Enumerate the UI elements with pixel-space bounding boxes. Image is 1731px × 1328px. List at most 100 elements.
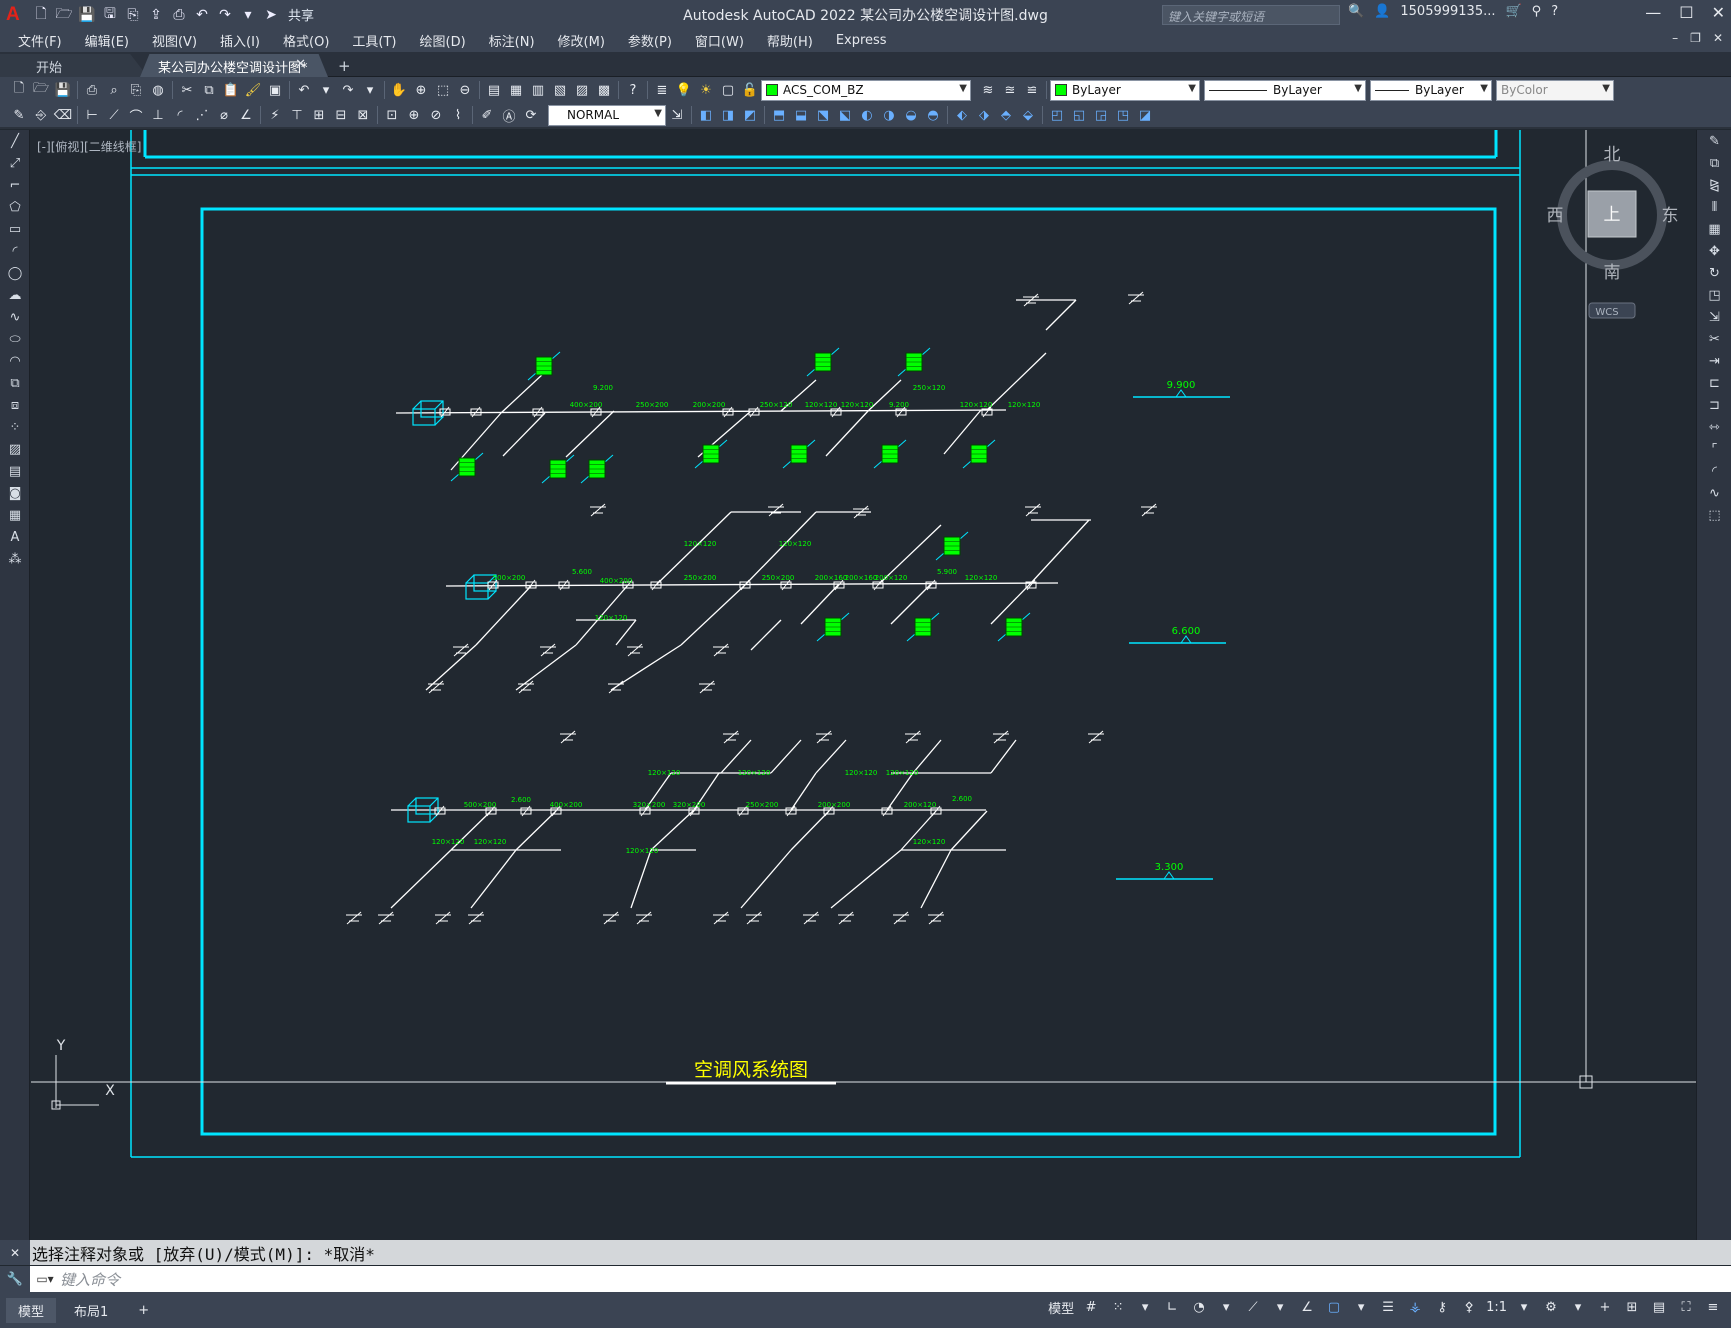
plot-preview-icon[interactable]: ⌕	[103, 79, 125, 101]
region-icon[interactable]: ◙	[0, 482, 30, 504]
solid-edit-icon[interactable]: ◪	[1134, 104, 1156, 126]
layout-tab[interactable]: 布局1	[62, 1298, 120, 1323]
command-close-icon[interactable]: ✕	[0, 1240, 30, 1265]
scale-icon[interactable]: ◳	[1697, 284, 1731, 306]
dim-break-icon[interactable]: ⊠	[352, 104, 374, 126]
menu-insert[interactable]: 插入(I)	[220, 31, 260, 50]
layer-lock-icon[interactable]: 🔓	[739, 79, 761, 101]
line-icon[interactable]: ╱	[0, 130, 30, 152]
customize-dropdown-icon[interactable]: ▾	[238, 5, 258, 25]
zoom-previous-icon[interactable]: ⊖	[454, 79, 476, 101]
doc-minimize-icon[interactable]: –	[1672, 31, 1678, 45]
angular-dim-icon[interactable]: ∠	[235, 104, 257, 126]
eraser-icon[interactable]: ⌫	[52, 104, 74, 126]
point-icon[interactable]: ⁘	[0, 416, 30, 438]
markup-icon[interactable]: ▨	[571, 79, 593, 101]
tool-palettes-icon[interactable]: ▥	[527, 79, 549, 101]
cut-icon[interactable]: ✂	[176, 79, 198, 101]
copy-object-icon[interactable]: ⧉	[1697, 152, 1731, 174]
layer-state-icon[interactable]: ≌	[1021, 79, 1043, 101]
annotation-scale-icon[interactable]: ⚴	[1459, 1300, 1479, 1315]
circle-icon[interactable]: ◯	[0, 262, 30, 284]
cart-icon[interactable]: 🛒	[1505, 4, 1521, 19]
polygon-icon[interactable]: ⬠	[0, 196, 30, 218]
explode-icon[interactable]: ⬚	[1697, 504, 1731, 526]
text-edit-icon[interactable]: ✎	[8, 104, 30, 126]
dim-text-edit-icon[interactable]: Ⓐ	[498, 104, 520, 126]
offset-icon[interactable]: ⫴	[1697, 196, 1731, 218]
interfere-icon[interactable]: ◳	[1112, 104, 1134, 126]
linetype-dropdown[interactable]: ByLayer ▼	[1204, 79, 1366, 101]
jogged-linear-icon[interactable]: ⌇	[447, 104, 469, 126]
menu-express[interactable]: Express	[836, 33, 887, 48]
plot-icon[interactable]: ⎙	[169, 5, 189, 25]
menu-edit[interactable]: 编辑(E)	[85, 31, 129, 50]
layer-previous-icon[interactable]: ≊	[999, 79, 1021, 101]
menu-view[interactable]: 视图(V)	[152, 31, 197, 50]
shell-icon[interactable]: ⬙	[1017, 104, 1039, 126]
spline-icon[interactable]: ∿	[0, 306, 30, 328]
copy-faces-icon[interactable]: ◒	[900, 104, 922, 126]
lineweight-icon[interactable]: ☰	[1378, 1300, 1398, 1315]
fillet-icon[interactable]: ◜	[1697, 460, 1731, 482]
construction-line-icon[interactable]: ⤢	[0, 152, 30, 174]
user-icon[interactable]: 👤	[1374, 4, 1390, 19]
radius-dim-icon[interactable]: ◜	[169, 104, 191, 126]
color-dropdown[interactable]: ByLayer ▼	[1050, 79, 1200, 101]
dim-space-icon[interactable]: ⊟	[330, 104, 352, 126]
open-file-icon[interactable]: 🗁	[54, 5, 74, 25]
jogged-dim-icon[interactable]: ⋰	[191, 104, 213, 126]
join-icon[interactable]: ⇿	[1697, 416, 1731, 438]
command-input[interactable]: 键入命令	[60, 1269, 120, 1290]
new-file-icon[interactable]: 🗋	[31, 5, 51, 25]
layer-vp-icon[interactable]: ▢	[717, 79, 739, 101]
rotate-icon[interactable]: ↻	[1697, 262, 1731, 284]
export-icon[interactable]: ⇪	[146, 5, 166, 25]
menu-format[interactable]: 格式(O)	[283, 31, 329, 50]
help-icon[interactable]: ?	[622, 79, 644, 101]
undo-icon[interactable]: ↶	[293, 79, 315, 101]
paste-icon[interactable]: 📋	[220, 79, 242, 101]
mirror-icon[interactable]: ⧎	[1697, 174, 1731, 196]
center-mark-icon[interactable]: ⊕	[403, 104, 425, 126]
help-icon[interactable]: ?	[1551, 4, 1558, 19]
viewcube-top-label[interactable]: 上	[1604, 205, 1621, 225]
arc-icon[interactable]: ◜	[0, 240, 30, 262]
linear-dim-icon[interactable]: ⊢	[81, 104, 103, 126]
chamfer-icon[interactable]: ⌜	[1697, 438, 1731, 460]
menu-file[interactable]: 文件(F)	[18, 31, 62, 50]
new-tab-button[interactable]: +	[336, 54, 356, 77]
snap-icon[interactable]: ⁙	[1108, 1300, 1128, 1315]
zoom-window-icon[interactable]: ⬚	[432, 79, 454, 101]
web-mobile-icon[interactable]: ⎘	[123, 5, 143, 25]
polar-dropdown-icon[interactable]: ▾	[1216, 1300, 1236, 1315]
layer-on-icon[interactable]: 💡	[673, 79, 695, 101]
redo-icon[interactable]: ↷	[215, 5, 235, 25]
block-editor-icon[interactable]: ▣	[264, 79, 286, 101]
clean-screen-icon[interactable]: ⛶	[1676, 1300, 1696, 1315]
mtext-icon[interactable]: A	[0, 526, 30, 548]
ellipse-icon[interactable]: ⬭	[0, 328, 30, 350]
erase-icon[interactable]: ✎	[1697, 130, 1731, 152]
break-at-point-icon[interactable]: ⊏	[1697, 372, 1731, 394]
design-center-icon[interactable]: ▦	[505, 79, 527, 101]
make-block-icon[interactable]: ⧈	[0, 394, 30, 416]
publish-icon[interactable]: ⎘	[125, 79, 147, 101]
menu-help[interactable]: 帮助(H)	[767, 31, 813, 50]
grid-icon[interactable]: #	[1081, 1300, 1101, 1315]
viewport-controls[interactable]: [-][俯视][二维线框]	[37, 138, 141, 155]
baseline-dim-icon[interactable]: ⊤	[286, 104, 308, 126]
open-icon[interactable]: 🗁	[30, 79, 52, 101]
viewcube-east[interactable]: 东	[1662, 206, 1679, 226]
undo-dropdown-icon[interactable]: ▾	[315, 79, 337, 101]
autodesk-app-icon[interactable]: ⚲	[1532, 4, 1542, 19]
match-properties-icon[interactable]: 🖌	[242, 79, 264, 101]
ortho-icon[interactable]: ∟	[1162, 1300, 1182, 1315]
plotstyle-dropdown[interactable]: ByColor ▼	[1496, 79, 1614, 101]
polyline-icon[interactable]: ⌐	[0, 174, 30, 196]
add-selected-icon[interactable]: ⁂	[0, 548, 30, 570]
workspace-dropdown-icon[interactable]: ▾	[1568, 1300, 1588, 1315]
save-dwg-icon[interactable]: ⎆	[30, 104, 52, 126]
aligned-dim-icon[interactable]: ⟋	[103, 104, 125, 126]
isodraft-icon[interactable]: ⟋	[1243, 1300, 1263, 1315]
